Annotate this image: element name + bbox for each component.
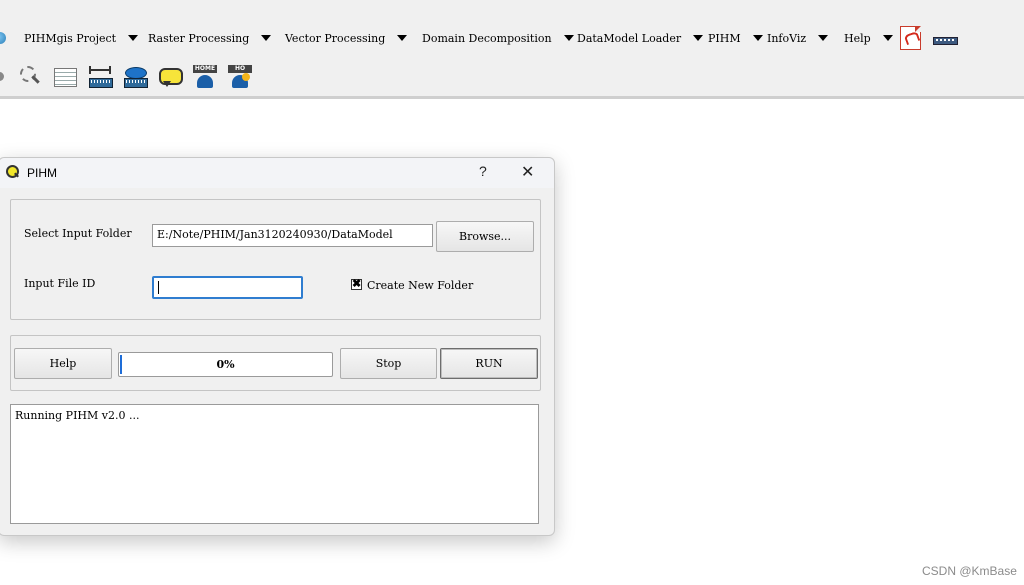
menu-help[interactable]: Help	[844, 29, 893, 47]
menu-raster-processing[interactable]: Raster Processing	[148, 29, 272, 47]
pdf-icon[interactable]	[900, 26, 921, 50]
progress-bar: 0%	[118, 352, 333, 377]
attribute-table-icon[interactable]	[53, 65, 78, 89]
input-folder-field[interactable]: E:/Note/PHIM/Jan3120240930/DataModel	[152, 224, 433, 247]
menu-datamodel-loader[interactable]: DataModel Loader	[577, 29, 704, 47]
menu-label: Raster Processing	[148, 31, 250, 45]
menu-pihmgis-project[interactable]: PIHMgis Project	[24, 29, 139, 47]
toolbar-handle-icon	[0, 72, 4, 81]
progress-text: 0%	[216, 358, 235, 371]
menu-domain-decomposition[interactable]: Domain Decomposition	[422, 29, 574, 47]
dropdown-arrow-icon[interactable]	[818, 35, 829, 41]
home-user-icon[interactable]: HOME	[193, 65, 218, 89]
dropdown-arrow-icon[interactable]	[128, 35, 139, 41]
qgis-icon	[6, 165, 19, 178]
close-icon[interactable]: ✕	[521, 162, 534, 182]
measure-area-icon[interactable]	[123, 65, 148, 89]
menu-label: InfoViz	[767, 31, 807, 45]
input-group: Select Input Folder E:/Note/PHIM/Jan3120…	[10, 199, 541, 320]
create-new-folder-checkbox[interactable]: ✖	[351, 279, 362, 290]
zoom-select-icon[interactable]	[18, 65, 43, 89]
dropdown-arrow-icon[interactable]	[752, 35, 763, 41]
menu-label: Domain Decomposition	[422, 31, 552, 45]
menu-vector-processing[interactable]: Vector Processing	[285, 29, 408, 47]
menu-label: DataModel Loader	[577, 31, 682, 45]
measure-ruler-icon[interactable]	[88, 65, 113, 89]
menu-bar: PIHMgis Project Raster Processing Vector…	[0, 18, 1024, 59]
menu-label: PIHMgis Project	[24, 31, 117, 45]
menu-label: Help	[844, 31, 871, 45]
context-help-button[interactable]: ?	[479, 163, 487, 179]
dialog-title: PIHM	[27, 166, 57, 180]
run-button[interactable]: RUN	[440, 348, 538, 379]
globe-icon[interactable]	[0, 32, 6, 44]
dropdown-arrow-icon[interactable]	[397, 35, 408, 41]
ruler-icon[interactable]	[933, 37, 958, 45]
menu-infoviz[interactable]: InfoViz	[767, 29, 829, 47]
dropdown-arrow-icon[interactable]	[693, 35, 704, 41]
select-input-folder-label: Select Input Folder	[24, 227, 132, 240]
toolbar: HOME HO	[0, 58, 1024, 99]
text-caret	[158, 280, 159, 294]
dialog-titlebar[interactable]: PIHM ? ✕	[0, 158, 554, 188]
menu-label: Vector Processing	[285, 31, 386, 45]
pihm-dialog: PIHM ? ✕ Select Input Folder E:/Note/PHI…	[0, 157, 555, 536]
menu-pihm[interactable]: PIHM	[708, 29, 763, 47]
annotation-bubble-icon[interactable]	[158, 65, 183, 89]
dropdown-arrow-icon[interactable]	[563, 35, 574, 41]
window-top-strip	[0, 0, 1024, 19]
stop-button[interactable]: Stop	[340, 348, 437, 379]
home-user-badge-icon[interactable]: HO	[228, 65, 253, 89]
input-file-id-label: Input File ID	[24, 277, 96, 290]
log-output[interactable]: Running PIHM v2.0 ...	[10, 404, 539, 524]
browse-button[interactable]: Browse...	[436, 221, 534, 252]
dropdown-arrow-icon[interactable]	[882, 35, 893, 41]
help-button[interactable]: Help	[14, 348, 112, 379]
dropdown-arrow-icon[interactable]	[261, 35, 272, 41]
menu-label: PIHM	[708, 31, 741, 45]
input-file-id-field[interactable]	[152, 276, 303, 299]
watermark: CSDN @KmBase	[922, 564, 1017, 578]
create-new-folder-label[interactable]: Create New Folder	[367, 279, 473, 292]
